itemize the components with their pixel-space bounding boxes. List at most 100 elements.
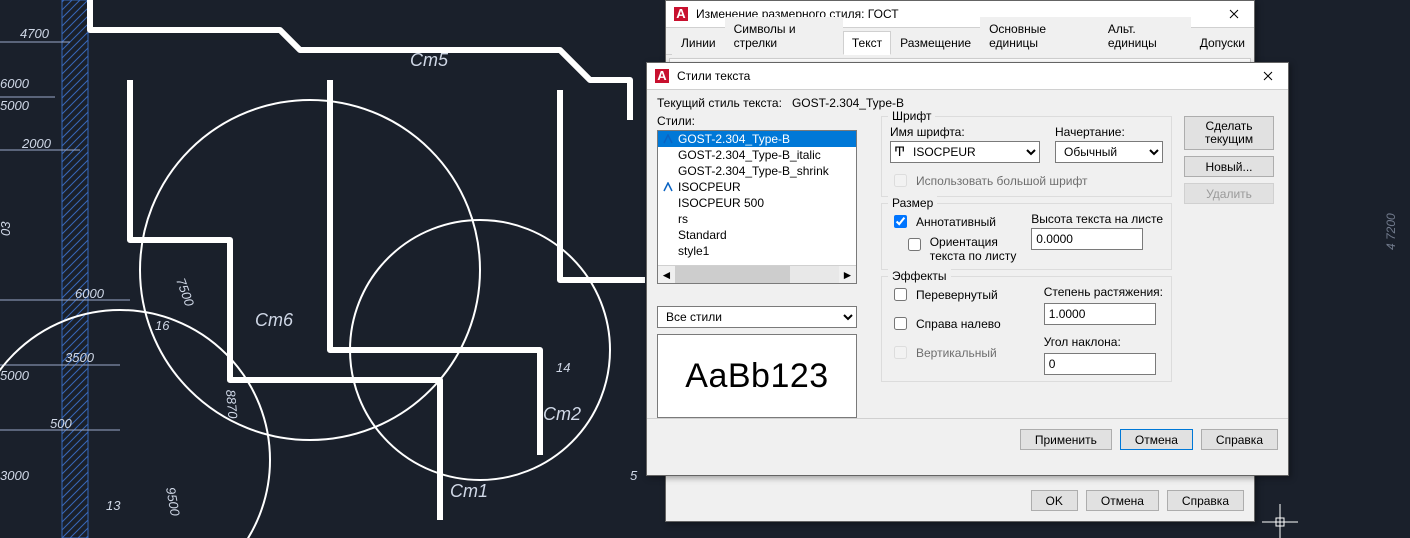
tab-symbols[interactable]: Символы и стрелки	[725, 17, 843, 55]
orientation-label: Ориентация текста по листу	[930, 235, 1024, 263]
vertical-checkbox	[894, 346, 907, 359]
svg-text:6000: 6000	[0, 76, 30, 91]
truetype-icon: Ͳ	[894, 144, 905, 160]
font-name-label: Имя шрифта:	[890, 125, 1047, 139]
text-preview: AaBb123	[657, 334, 857, 418]
list-item-label: ISOCPEUR 500	[678, 196, 764, 210]
svg-text:7500: 7500	[173, 276, 197, 309]
svg-text:5000: 5000	[0, 98, 30, 113]
list-item-label: Standard	[678, 228, 727, 242]
list-item[interactable]: style1	[658, 243, 856, 259]
size-group: Размер Аннотативный Ориентация текста по…	[881, 203, 1172, 270]
annotative-label: Аннотативный	[916, 215, 996, 229]
font-style-label: Начертание:	[1055, 125, 1163, 139]
scroll-left-icon[interactable]: ◄	[658, 266, 675, 283]
list-item-label: ISOCPEUR	[678, 180, 741, 194]
dimstyle-tabs: Линии Символы и стрелки Текст Размещение…	[666, 28, 1254, 55]
paper-height-field[interactable]	[1031, 228, 1143, 250]
help-button[interactable]: Справка	[1167, 490, 1244, 511]
text-style-dialog: A Стили текста Текущий стиль текста: GOS…	[646, 62, 1289, 476]
current-style-value: GOST-2.304_Type-B	[792, 96, 904, 110]
scroll-right-icon[interactable]: ►	[839, 266, 856, 283]
oblique-field[interactable]	[1044, 353, 1156, 375]
cancel-button[interactable]: Отмена	[1086, 490, 1159, 511]
annotative-icon	[662, 182, 674, 192]
list-item-label: GOST-2.304_Type-B_italic	[678, 148, 821, 162]
font-name-select[interactable]: ISOCPEUR	[890, 141, 1040, 163]
vertical-label: Вертикальный	[916, 346, 997, 360]
svg-text:6000: 6000	[75, 286, 105, 301]
svg-text:4700: 4700	[20, 26, 50, 41]
close-icon[interactable]	[1248, 63, 1288, 89]
width-factor-field[interactable]	[1044, 303, 1156, 325]
size-group-legend: Размер	[888, 196, 937, 210]
set-current-button[interactable]: Сделать текущим	[1184, 116, 1274, 150]
list-item-label: GOST-2.304_Type-B	[678, 132, 790, 146]
svg-text:8870: 8870	[223, 389, 241, 420]
svg-text:03: 03	[0, 221, 13, 236]
textstyle-titlebar[interactable]: A Стили текста	[647, 63, 1288, 90]
backwards-label: Справа налево	[916, 317, 1001, 331]
delete-button: Удалить	[1184, 183, 1274, 204]
upside-label: Перевернутый	[916, 288, 998, 302]
svg-text:14: 14	[556, 360, 570, 375]
svg-text:16: 16	[155, 318, 170, 333]
svg-text:500: 500	[50, 416, 72, 431]
autocad-icon: A	[653, 67, 671, 85]
current-style-label: Текущий стиль текста:	[657, 96, 782, 110]
width-factor-label: Степень растяжения:	[1044, 285, 1163, 299]
list-item[interactable]: ISOCPEUR 500	[658, 195, 856, 211]
annotative-checkbox[interactable]	[894, 215, 907, 228]
tab-fit[interactable]: Размещение	[891, 31, 980, 55]
effects-group-legend: Эффекты	[888, 269, 951, 283]
autocad-icon: A	[672, 5, 690, 23]
font-style-select[interactable]: Обычный	[1055, 141, 1163, 163]
svg-text:Ст2: Ст2	[543, 404, 581, 424]
list-hscrollbar[interactable]: ◄ ►	[658, 265, 856, 283]
svg-text:5000: 5000	[0, 368, 30, 383]
close-icon[interactable]	[1214, 1, 1254, 27]
textstyle-title: Стили текста	[677, 69, 1248, 83]
font-group-legend: Шрифт	[888, 109, 935, 123]
big-font-checkbox	[894, 174, 907, 187]
list-item[interactable]: Standard	[658, 227, 856, 243]
paper-height-label: Высота текста на листе	[1031, 212, 1163, 226]
list-item[interactable]: ISOCPEUR	[658, 179, 856, 195]
oblique-label: Угол наклона:	[1044, 335, 1163, 349]
tab-text[interactable]: Текст	[843, 31, 891, 55]
svg-text:9500: 9500	[163, 486, 183, 518]
list-item[interactable]: GOST-2.304_Type-B_shrink	[658, 163, 856, 179]
list-item[interactable]: rs	[658, 211, 856, 227]
annotative-icon	[662, 134, 674, 144]
orientation-checkbox[interactable]	[908, 238, 921, 251]
styles-listbox[interactable]: GOST-2.304_Type-B GOST-2.304_Type-B_ital…	[657, 130, 857, 284]
style-filter-select[interactable]: Все стили	[657, 306, 857, 328]
upside-checkbox[interactable]	[894, 288, 907, 301]
new-button[interactable]: Новый...	[1184, 156, 1274, 177]
help-button[interactable]: Справка	[1201, 429, 1278, 450]
svg-text:3500: 3500	[65, 350, 95, 365]
svg-text:Ст1: Ст1	[450, 481, 488, 501]
list-item-label: style1	[678, 244, 709, 258]
svg-text:Ст6: Ст6	[255, 310, 294, 330]
svg-text:4 7200: 4 7200	[1384, 213, 1398, 250]
tab-primary[interactable]: Основные единицы	[980, 17, 1099, 55]
tab-tolerances[interactable]: Допуски	[1191, 31, 1254, 55]
apply-button[interactable]: Применить	[1020, 429, 1112, 450]
tab-lines[interactable]: Линии	[672, 31, 725, 55]
svg-text:13: 13	[106, 498, 121, 513]
list-item[interactable]: GOST-2.304_Type-B	[658, 131, 856, 147]
backwards-checkbox[interactable]	[894, 317, 907, 330]
list-item-label: rs	[678, 212, 688, 226]
big-font-label: Использовать большой шрифт	[916, 174, 1088, 188]
ok-button[interactable]: OK	[1031, 490, 1078, 511]
svg-text:3000: 3000	[0, 468, 30, 483]
svg-text:2000: 2000	[21, 136, 52, 151]
svg-text:5: 5	[630, 468, 638, 483]
effects-group: Эффекты Перевернутый Справа налево Верти…	[881, 276, 1172, 382]
list-item[interactable]: GOST-2.304_Type-B_italic	[658, 147, 856, 163]
close-button[interactable]: Отмена	[1120, 429, 1193, 450]
styles-label: Стили:	[657, 114, 867, 128]
list-item-label: GOST-2.304_Type-B_shrink	[678, 164, 829, 178]
tab-alt[interactable]: Альт. единицы	[1099, 17, 1191, 55]
